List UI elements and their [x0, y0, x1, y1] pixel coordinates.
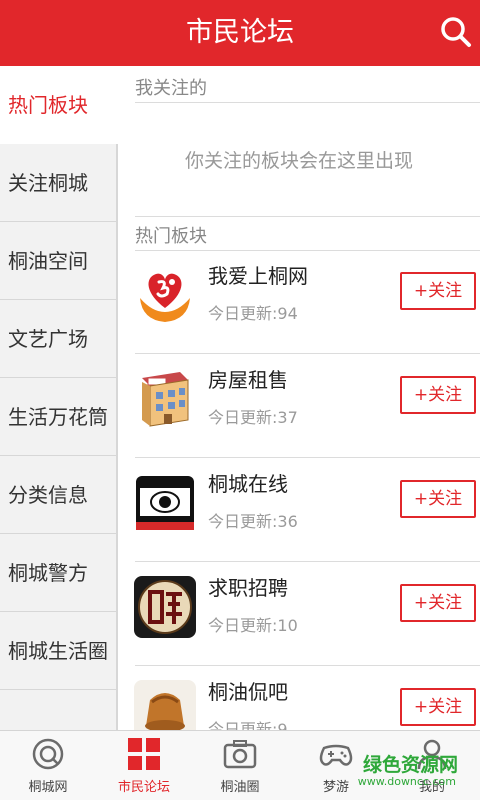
tab-tongcheng-net[interactable]: 桐城网 [0, 731, 96, 800]
tab-label: 桐城网 [28, 780, 68, 795]
sidebar-item-follow-tongcheng[interactable]: 关注桐城 [0, 144, 118, 222]
board-row[interactable]: 求职招聘 今日更新:10 +关注 [118, 562, 480, 666]
board-update-count: 今日更新:36 [208, 512, 298, 531]
board-name: 房屋租售 [208, 368, 288, 392]
board-name: 桐城在线 [208, 472, 288, 496]
board-name: 桐油侃吧 [208, 680, 288, 704]
board-row[interactable]: 房屋租售 今日更新:37 +关注 [118, 354, 480, 458]
watermark-text: 绿色资源网 [362, 754, 458, 776]
follow-button[interactable]: +关注 [400, 272, 476, 310]
heart-hands-logo-icon [134, 264, 196, 326]
sidebar-item-classified[interactable]: 分类信息 [0, 456, 118, 534]
tab-citizen-forum[interactable]: 市民论坛 [96, 731, 192, 800]
camera-icon [223, 740, 257, 769]
board-update-count: 今日更新:94 [208, 304, 298, 323]
board-name: 我爱上桐网 [208, 264, 308, 288]
tab-label: 市民论坛 [117, 780, 170, 795]
board-name: 求职招聘 [208, 576, 288, 600]
search-icon[interactable] [438, 14, 474, 50]
circle-q-icon [32, 738, 64, 770]
follow-button[interactable]: +关注 [400, 480, 476, 518]
board-update-count: 今日更新:9 [208, 720, 288, 730]
sidebar-item-arts-square[interactable]: 文艺广场 [0, 300, 118, 378]
followed-section-title: 我关注的 [135, 78, 207, 99]
follow-button[interactable]: +关注 [400, 688, 476, 726]
follow-button[interactable]: +关注 [400, 376, 476, 414]
divider [135, 216, 480, 217]
board-update-count: 今日更新:10 [208, 616, 298, 635]
tab-label: 桐油圈 [220, 780, 260, 795]
board-row[interactable]: 我爱上桐网 今日更新:94 +关注 [118, 250, 480, 354]
main-content: 我关注的 你关注的板块会在这里出现 热门板块 我爱上桐网 今日更新:94 +关注 [118, 66, 480, 730]
followed-empty-hint: 你关注的板块会在这里出现 [184, 150, 413, 172]
sidebar-item-life[interactable]: 生活万花筒 [0, 378, 118, 456]
top-bar: 市民论坛 [0, 0, 480, 66]
board-row[interactable]: 桐城在线 今日更新:36 +关注 [118, 458, 480, 562]
sidebar-item-police[interactable]: 桐城警方 [0, 534, 118, 612]
page-title: 市民论坛 [186, 17, 294, 48]
cake-icon [134, 680, 196, 730]
sidebar-item-hot[interactable]: 热门板块 [0, 66, 118, 144]
grid-icon [128, 738, 160, 770]
eye-logo-icon [134, 472, 196, 534]
hot-section-title: 热门板块 [135, 226, 207, 247]
sidebar-item-tongyou-space[interactable]: 桐油空间 [0, 222, 118, 300]
divider [135, 102, 480, 103]
tab-tongyou-circle[interactable]: 桐油圈 [192, 731, 288, 800]
board-row[interactable]: 桐油侃吧 今日更新:9 +关注 [118, 666, 480, 730]
follow-button[interactable]: +关注 [400, 584, 476, 622]
category-sidebar: 热门板块 关注桐城 桐油空间 文艺广场 生活万花筒 分类信息 桐城警方 桐城生活… [0, 66, 118, 730]
watermark-url: www.downcc.com [357, 775, 456, 788]
board-update-count: 今日更新:37 [208, 408, 298, 427]
building-icon [134, 368, 196, 430]
watermark: 绿色资源网 www.downcc.com [340, 744, 480, 794]
sidebar-item-life-circle[interactable]: 桐城生活圈 [0, 612, 118, 690]
recruit-seal-icon [134, 576, 196, 638]
